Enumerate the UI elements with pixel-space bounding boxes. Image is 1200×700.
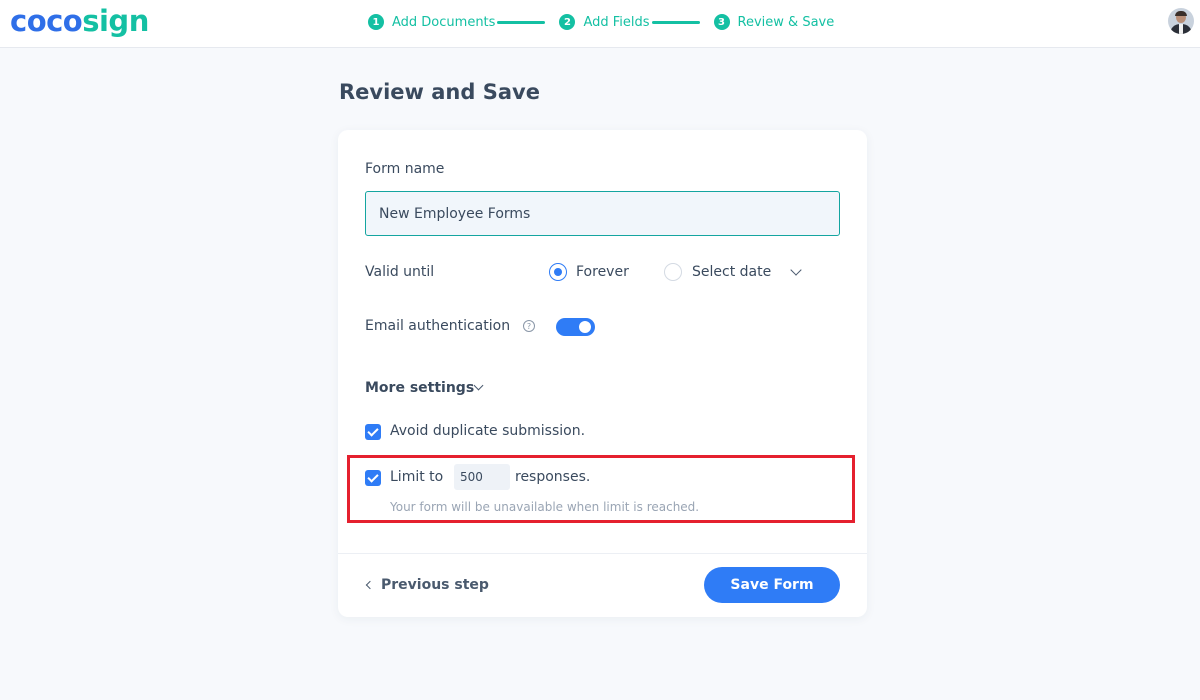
logo-coco: coco [10, 4, 83, 38]
response-limit-input[interactable] [454, 464, 510, 490]
top-bar: cocosign 1 Add Documents 2 Add Fields 3 … [0, 0, 1200, 48]
save-form-button[interactable]: Save Form [704, 567, 840, 603]
review-save-card: Form name Valid until Forever Select dat… [338, 130, 867, 617]
step-number: 3 [713, 14, 730, 30]
more-settings-toggle[interactable]: More settings [365, 380, 474, 396]
responses-label: responses. [515, 469, 591, 485]
step-connector [651, 20, 700, 24]
previous-step-button[interactable]: Previous step [365, 577, 489, 593]
select-date-label[interactable]: Select date [692, 264, 771, 280]
avoid-duplicate-checkbox[interactable] [365, 424, 381, 440]
select-date-radio[interactable] [664, 263, 682, 281]
email-authentication-label: Email authentication [365, 318, 511, 334]
limit-to-label: Limit to [390, 469, 444, 485]
footer-divider [338, 553, 867, 554]
forever-label[interactable]: Forever [576, 264, 629, 280]
cocosign-logo[interactable]: cocosign [10, 3, 149, 39]
step-review-save[interactable]: 3 Review & Save [713, 14, 835, 30]
step-number: 1 [368, 14, 384, 30]
form-name-label: Form name [365, 161, 445, 177]
step-add-fields[interactable]: 2 Add Fields [559, 14, 650, 30]
previous-step-label: Previous step [381, 577, 489, 593]
user-avatar[interactable] [1168, 8, 1194, 34]
avatar-shirt [1179, 24, 1183, 34]
form-name-input[interactable] [365, 191, 840, 236]
chevron-down-icon[interactable] [473, 380, 484, 391]
step-number: 2 [559, 14, 576, 30]
step-add-documents[interactable]: 1 Add Documents [368, 14, 495, 30]
valid-until-label: Valid until [365, 264, 435, 280]
limit-responses-checkbox[interactable] [365, 470, 381, 486]
chevron-left-icon [365, 580, 375, 590]
avatar-hair [1175, 11, 1187, 16]
progress-steps: 1 Add Documents 2 Add Fields 3 Review & … [368, 12, 834, 32]
email-authentication-toggle[interactable] [556, 318, 595, 336]
step-label: Add Documents [392, 14, 496, 30]
logo-sign: sign [82, 4, 149, 38]
step-label: Add Fields [583, 14, 650, 30]
page-title: Review and Save [339, 80, 540, 104]
step-connector [497, 20, 546, 24]
chevron-down-icon[interactable] [790, 264, 802, 276]
help-icon[interactable]: ? [523, 320, 535, 332]
limit-hint-text: Your form will be unavailable when limit… [390, 500, 700, 514]
step-label: Review & Save [737, 14, 835, 30]
avoid-duplicate-label: Avoid duplicate submission. [390, 423, 586, 439]
forever-radio[interactable] [549, 263, 567, 281]
